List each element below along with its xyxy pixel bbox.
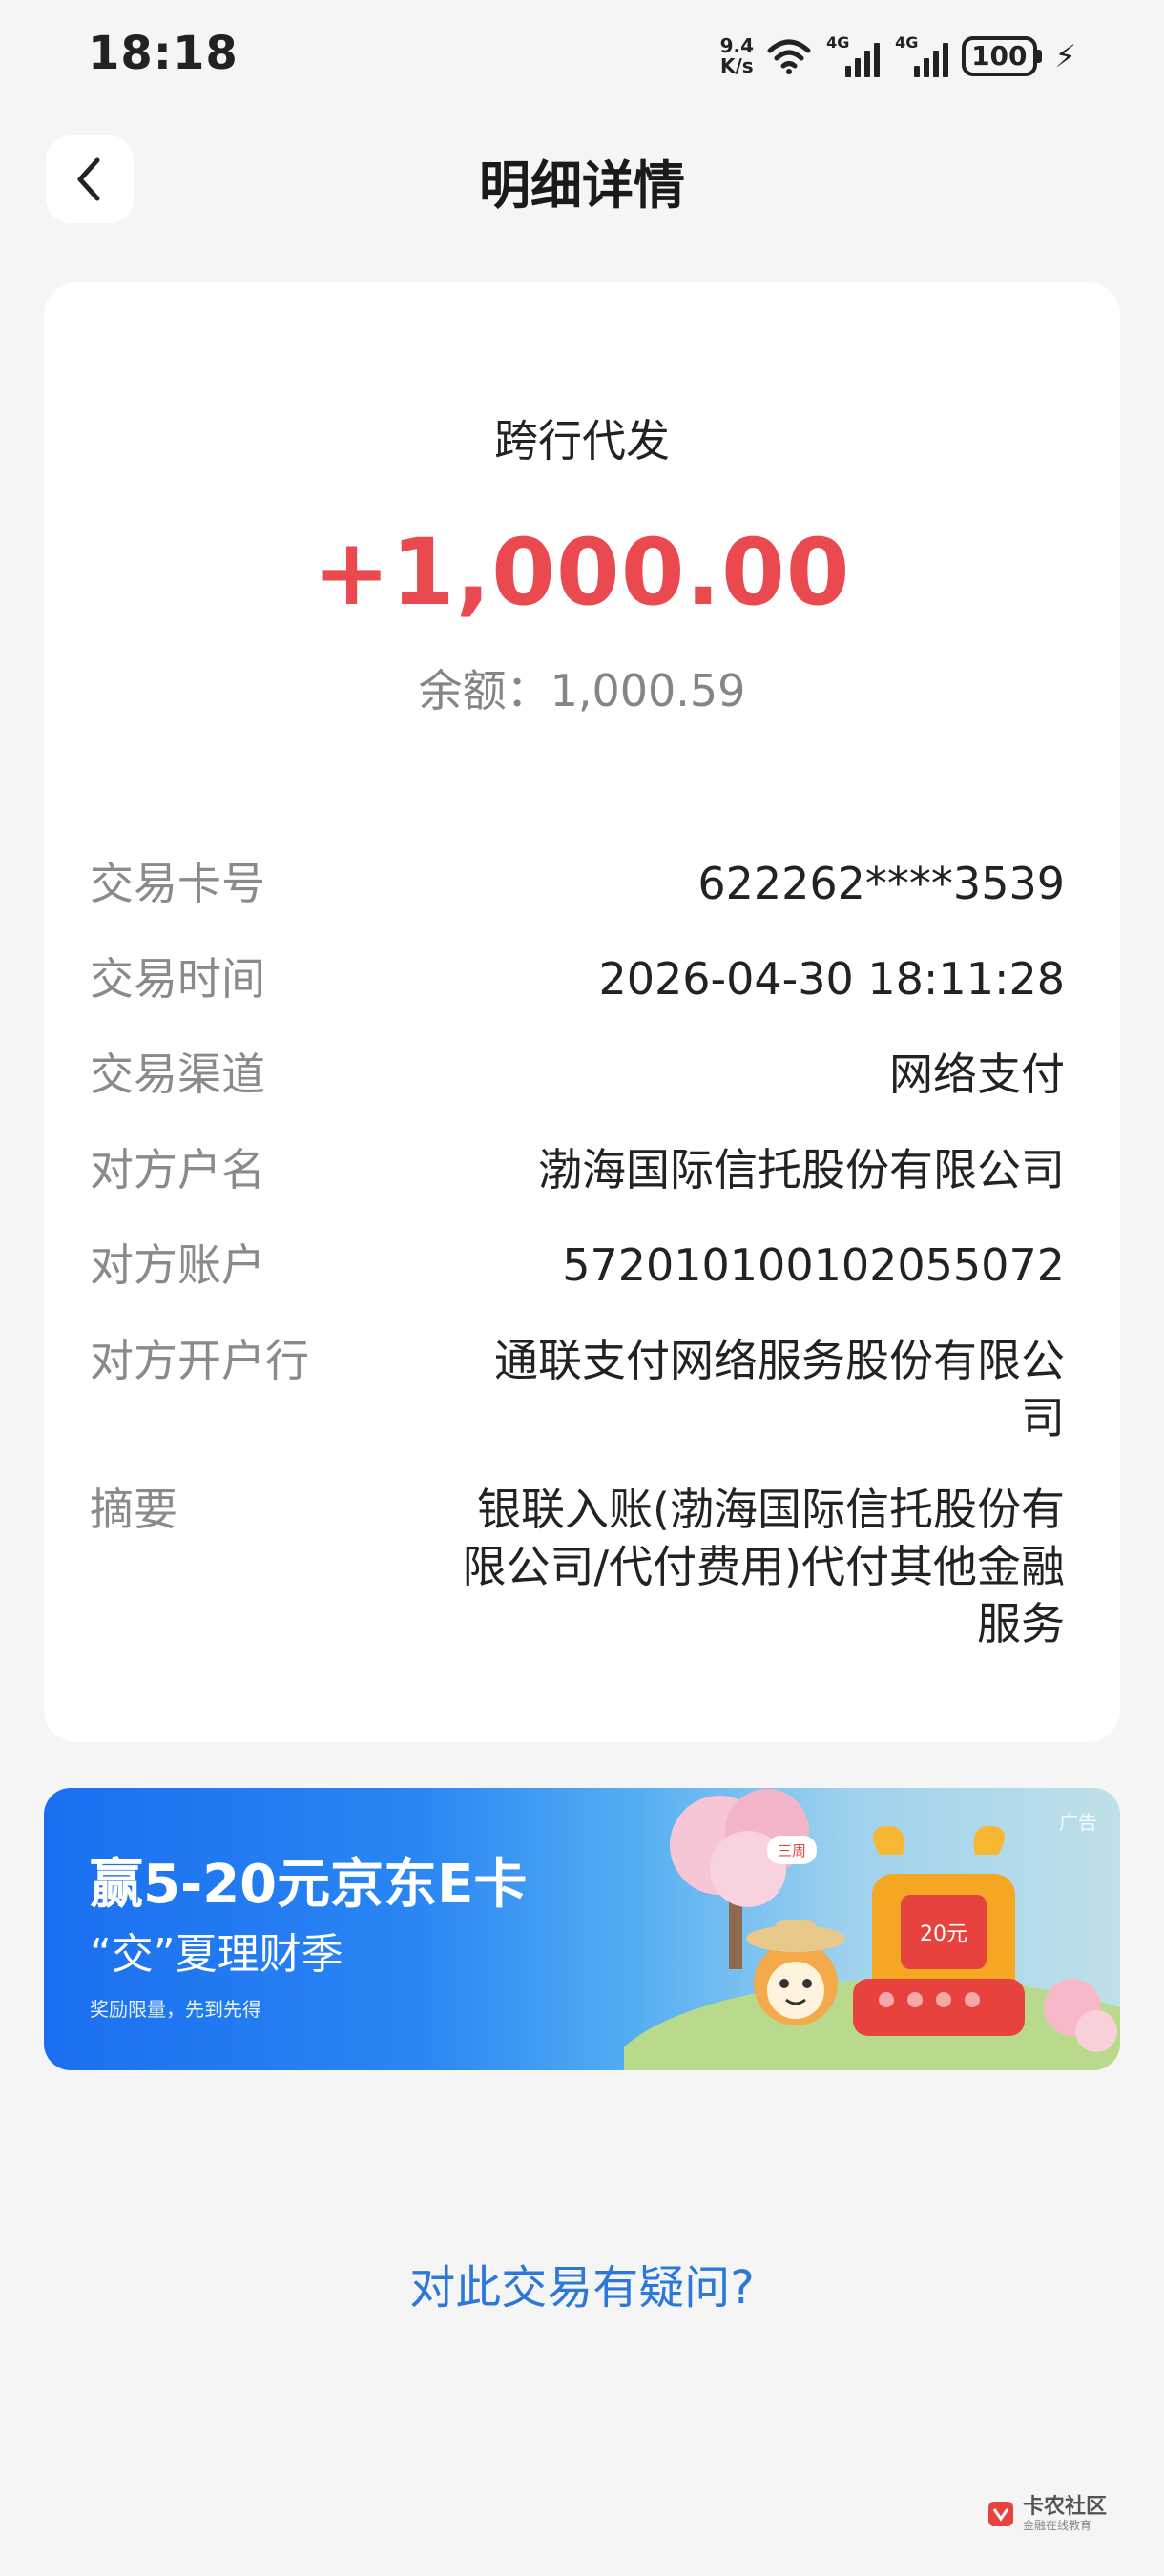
detail-value: 572010100102055072: [562, 1239, 1065, 1291]
signal-sim1-icon: 4G: [824, 33, 881, 77]
balance-text: 余额：1,000.59: [418, 665, 746, 717]
promo-banner[interactable]: 20元 三周 赢5-20元京东E卡 “交”夏理财季 奖励限量，先到先得 广告: [44, 1788, 1120, 2070]
watermark-title: 卡农社区: [1022, 2495, 1107, 2519]
net-speed-unit: K/s: [720, 54, 754, 77]
detail-row-summary: 摘要 银联入账(渤海国际信托股份有限公司/代付费用)代付其他金融服务: [90, 1481, 1065, 1652]
banner-subtitle: “交”夏理财季: [90, 1930, 343, 1979]
status-bar: 18:18 9.4 K/s 4G 4G 100 ⚡: [0, 0, 1164, 114]
ad-label: 广告: [1059, 1811, 1097, 1834]
detail-row-counterparty-account: 对方账户 572010100102055072: [90, 1236, 1065, 1294]
transaction-amount: +1,000.00: [313, 519, 851, 626]
status-icons: 9.4 K/s 4G 4G 100 ⚡: [720, 32, 1076, 80]
sim1-label: 4G: [826, 33, 850, 52]
detail-label: 交易卡号: [90, 858, 265, 909]
art-badge: 三周: [778, 1842, 806, 1859]
detail-value: 2026-04-30 18:11:28: [598, 953, 1065, 1005]
battery-icon: 100: [962, 36, 1042, 76]
detail-value: 622262****3539: [697, 858, 1065, 909]
detail-label: 交易时间: [90, 953, 265, 1005]
signal-sim2-icon: 4G: [893, 33, 949, 77]
detail-label: 对方开户行: [90, 1335, 309, 1386]
detail-row-counterparty-bank: 对方开户行 通联支付网络服务股份有限公司: [90, 1332, 1065, 1446]
detail-value: 银联入账(渤海国际信托股份有限公司/代付费用)代付其他金融服务: [462, 1484, 1065, 1650]
transaction-question-link[interactable]: 对此交易有疑问?: [0, 2250, 1164, 2316]
net-speed: 9.4 K/s: [720, 36, 754, 76]
wifi-icon: [767, 39, 811, 74]
detail-value: 通联支付网络服务股份有限公司: [494, 1335, 1065, 1444]
transaction-detail-card: 跨行代发 +1,000.00 余额：1,000.59 交易卡号 622262**…: [44, 282, 1120, 1742]
detail-label: 交易渠道: [90, 1049, 265, 1100]
promo-illustration: 20元 三周: [624, 1789, 1120, 2070]
detail-value: 网络支付: [889, 1049, 1065, 1100]
detail-row-card-number: 交易卡号 622262****3539: [90, 855, 1065, 912]
sim2-label: 4G: [895, 33, 919, 52]
detail-label: 对方账户: [90, 1239, 265, 1291]
detail-label: 对方户名: [90, 1144, 265, 1195]
charging-icon: ⚡: [1054, 38, 1076, 74]
detail-label: 摘要: [90, 1484, 177, 1535]
net-speed-value: 9.4: [719, 34, 755, 57]
watermark-subtitle: 金融在线教育: [1022, 2519, 1091, 2532]
detail-row-channel: 交易渠道 网络支付: [90, 1046, 1065, 1103]
status-time: 18:18: [88, 27, 239, 80]
banner-title: 赢5-20元京东E卡: [90, 1854, 528, 1916]
voucher-label: 20元: [920, 1922, 967, 1946]
banner-note: 奖励限量，先到先得: [90, 1998, 261, 2021]
page-title: 明细详情: [479, 156, 685, 216]
battery-level: 100: [962, 36, 1037, 76]
detail-row-time: 交易时间 2026-04-30 18:11:28: [90, 950, 1065, 1008]
watermark-logo-icon: [987, 2502, 1013, 2526]
transaction-type: 跨行代发: [494, 415, 670, 467]
detail-row-counterparty-name: 对方户名 渤海国际信托股份有限公司: [90, 1141, 1065, 1198]
community-watermark: 卡农社区 金融在线教育: [987, 2496, 1107, 2532]
detail-value: 渤海国际信托股份有限公司: [538, 1144, 1065, 1195]
